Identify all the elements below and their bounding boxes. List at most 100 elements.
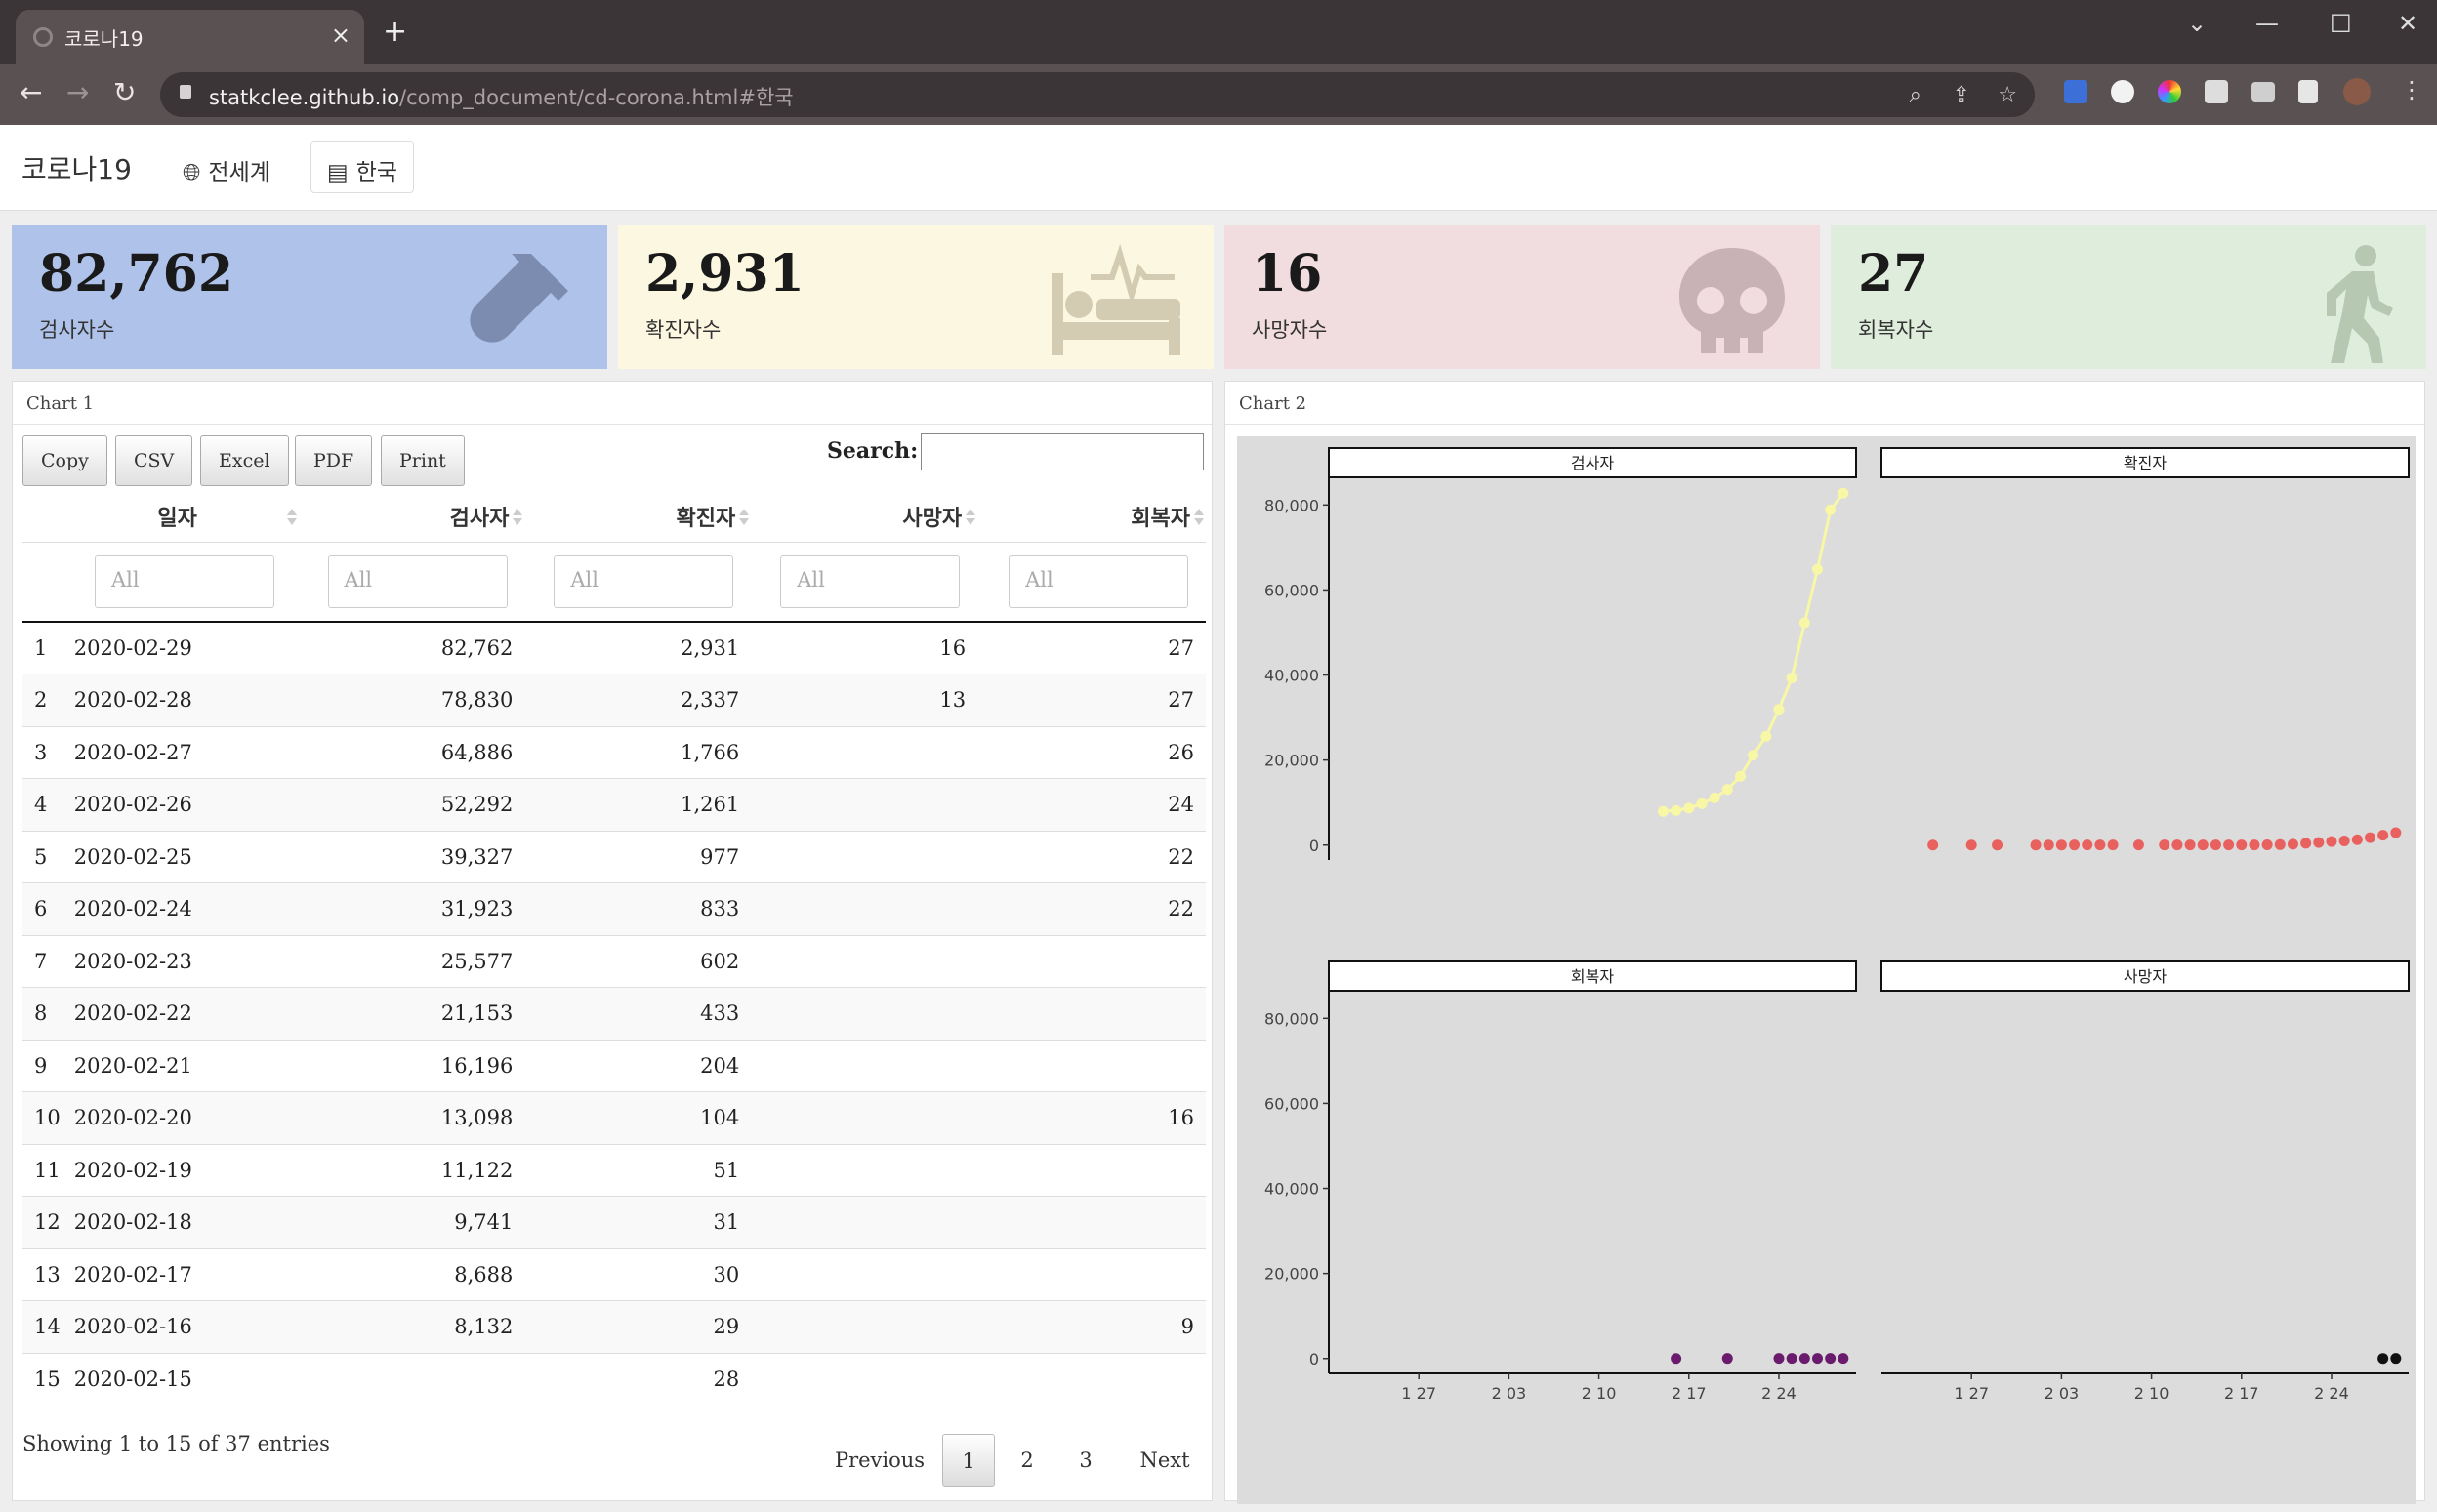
extension-icon[interactable] [2111, 80, 2134, 103]
data-point [2184, 839, 2196, 851]
data-point [2210, 839, 2221, 851]
zoom-icon[interactable]: ⌕ [1910, 83, 1921, 107]
deaths-cell [751, 830, 978, 883]
facet-strip-label: 사망자 [2124, 967, 2167, 986]
recovered-cell: 16 [977, 1091, 1206, 1144]
media-control-icon[interactable] [2251, 82, 2275, 102]
value-box-value: 16 [1252, 244, 1323, 304]
tab-close-icon[interactable]: × [331, 21, 351, 49]
data-point [1965, 839, 1977, 851]
table-row[interactable]: 12 2020-02-18 9,741 31 [22, 1196, 1206, 1248]
side-panel-icon[interactable] [2298, 80, 2318, 103]
filter-input-deaths[interactable]: All [780, 554, 961, 608]
nav-link-world[interactable]: 🌐︎ 전세계 [166, 141, 287, 193]
minimize-icon[interactable]: — [2255, 10, 2279, 37]
back-button[interactable]: ← [20, 76, 42, 108]
y-tick-label: 0 [1309, 837, 1319, 855]
pagination-page-2[interactable]: 2 [1001, 1434, 1053, 1487]
table-row[interactable]: 9 2020-02-21 16,196 204 [22, 1039, 1206, 1092]
window-close-icon[interactable]: ✕ [2398, 10, 2417, 37]
table-row[interactable]: 5 2020-02-25 39,327 977 22 [22, 830, 1206, 883]
data-point [1838, 487, 1849, 499]
reload-button[interactable]: ↻ [113, 76, 136, 108]
column-header-recovered[interactable]: 회복자 [977, 491, 1206, 543]
table-row[interactable]: 11 2020-02-19 11,122 51 [22, 1143, 1206, 1197]
confirmed-cell: 30 [524, 1247, 752, 1301]
data-point [2030, 839, 2042, 851]
procedures-icon [1052, 244, 1180, 355]
table-row[interactable]: 13 2020-02-17 8,688 30 [22, 1247, 1206, 1301]
data-point [1671, 1353, 1682, 1365]
confirmed-cell: 2,931 [524, 621, 752, 674]
translate-extension-icon[interactable] [2064, 80, 2087, 103]
print-button[interactable]: Print [381, 435, 465, 486]
recovered-cell [977, 1247, 1206, 1301]
bookmark-star-icon[interactable]: ☆ [1998, 83, 2017, 107]
dashboard-brand[interactable]: 코로나19 [21, 148, 132, 187]
pdf-button[interactable]: PDF [295, 435, 373, 486]
x-tick-label: 2 03 [1492, 1384, 1527, 1403]
pagination-page-1[interactable]: 1 [942, 1434, 995, 1487]
column-header-confirmed[interactable]: 확진자 [524, 491, 752, 543]
lock-icon [180, 85, 191, 99]
confirmed-cell: 29 [524, 1300, 752, 1353]
share-icon[interactable]: ⇪ [1953, 83, 1970, 107]
maximize-icon[interactable]: □ [2330, 8, 2352, 35]
table-row[interactable]: 10 2020-02-20 13,098 104 16 [22, 1091, 1206, 1144]
url-path: /comp_document/cd-corona.html#한국 [399, 86, 794, 109]
row-number: 8 [22, 987, 72, 1040]
table-row[interactable]: 4 2020-02-26 52,292 1,261 24 [22, 778, 1206, 831]
table-row[interactable]: 14 2020-02-16 8,132 29 9 [22, 1300, 1206, 1353]
color-picker-extension-icon[interactable] [2158, 80, 2181, 103]
new-tab-button[interactable]: + [383, 18, 407, 47]
row-number: 13 [22, 1247, 72, 1301]
tests-cell: 8,132 [298, 1300, 525, 1353]
y-tick-label: 40,000 [1264, 1180, 1319, 1199]
tab-search-icon[interactable]: ⌄ [2187, 10, 2207, 37]
pagination-next[interactable]: Next [1126, 1434, 1204, 1487]
chart1-card: Chart 1 Copy CSV Excel PDF Print Search:… [12, 381, 1213, 1501]
table-row[interactable]: 2 2020-02-28 78,830 2,337 13 27 [22, 674, 1206, 726]
column-header-tests[interactable]: 검사자 [298, 491, 525, 543]
browser-tab[interactable]: 코로나19 × [16, 10, 364, 64]
pagination-previous[interactable]: Previous [831, 1434, 929, 1487]
table-row[interactable]: 7 2020-02-23 25,577 602 [22, 934, 1206, 988]
table-row[interactable]: 15 2020-02-15 28 [22, 1352, 1206, 1406]
data-point [1825, 504, 1837, 515]
data-point [1683, 802, 1695, 814]
column-header-deaths[interactable]: 사망자 [751, 491, 978, 543]
url-domain: statkclee.github.io [209, 86, 400, 109]
data-point [2287, 838, 2298, 850]
nav-link-korea[interactable]: ▤ 한국 [310, 141, 415, 193]
tests-cell: 25,577 [298, 934, 525, 988]
y-tick-label: 0 [1309, 1350, 1319, 1369]
table-row[interactable]: 3 2020-02-27 64,886 1,766 26 [22, 725, 1206, 779]
filter-input-confirmed[interactable]: All [554, 554, 734, 608]
forward-button[interactable]: → [66, 76, 89, 108]
excel-button[interactable]: Excel [200, 435, 289, 486]
tests-cell: 21,153 [298, 987, 525, 1040]
data-point [2377, 830, 2389, 841]
table-row[interactable]: 1 2020-02-29 82,762 2,931 16 27 [22, 621, 1206, 674]
column-header-date[interactable]: 일자 [71, 491, 299, 543]
puzzle-extensions-icon[interactable] [2205, 80, 2228, 103]
address-bar[interactable]: statkclee.github.io/comp_document/cd-cor… [160, 72, 2035, 117]
csv-button[interactable]: CSV [115, 435, 193, 486]
tests-cell: 82,762 [298, 621, 525, 674]
y-tick-label: 20,000 [1264, 752, 1319, 770]
table-row[interactable]: 6 2020-02-24 31,923 833 22 [22, 882, 1206, 935]
pagination-page-3[interactable]: 3 [1059, 1434, 1112, 1487]
filter-input-recovered[interactable]: All [1009, 554, 1189, 608]
profile-avatar[interactable] [2343, 78, 2371, 105]
search-input[interactable] [921, 433, 1204, 470]
copy-button[interactable]: Copy [22, 435, 107, 486]
filter-cell: All [524, 542, 752, 623]
filter-input-date[interactable]: All [95, 554, 274, 608]
browser-menu-icon[interactable]: ⋮ [2400, 76, 2423, 103]
date-cell: 2020-02-27 [71, 725, 299, 779]
recovered-cell: 22 [977, 882, 1206, 935]
filter-input-tests[interactable]: All [327, 554, 508, 608]
recovered-cell: 27 [977, 674, 1206, 726]
table-row[interactable]: 8 2020-02-22 21,153 433 [22, 987, 1206, 1040]
y-tick-label: 80,000 [1264, 1009, 1319, 1028]
